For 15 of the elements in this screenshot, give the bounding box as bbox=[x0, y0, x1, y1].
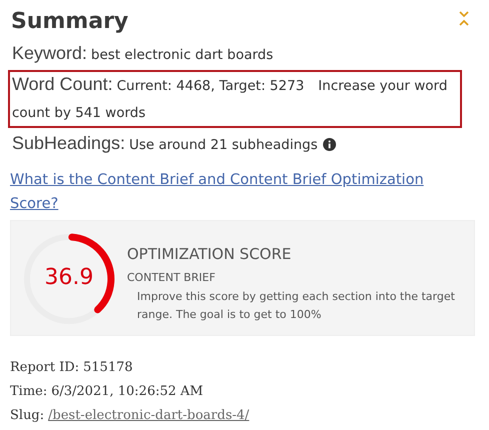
summary-title: Summary bbox=[11, 8, 128, 36]
slug-link[interactable]: /best-electronic-dart-boards-4/ bbox=[48, 408, 250, 423]
help-link[interactable]: What is the Content Brief and Content Brief Optimization Score? bbox=[10, 168, 450, 216]
info-icon[interactable] bbox=[322, 138, 336, 151]
report-value: 515178 bbox=[83, 360, 133, 375]
summary-line: Keyword: best electronic dart boards bbox=[11, 42, 274, 65]
report-label: Report ID: bbox=[10, 360, 80, 375]
score-title: OPTIMIZATION SCORE bbox=[127, 245, 292, 263]
score-subtitle: CONTENT BRIEF bbox=[127, 271, 216, 284]
report-value: 6/3/2021, 10:26:52 AM bbox=[51, 384, 204, 399]
summary-line: SubHeadings: Use around 21 subheadings bbox=[8, 128, 462, 160]
score-value: 36.9 bbox=[44, 264, 94, 292]
score-description: Improve this score by getting each section into the target range. The goal is to get to 100% bbox=[137, 289, 456, 323]
report-label: Time: bbox=[10, 384, 48, 399]
report-label: Slug: bbox=[10, 408, 44, 423]
